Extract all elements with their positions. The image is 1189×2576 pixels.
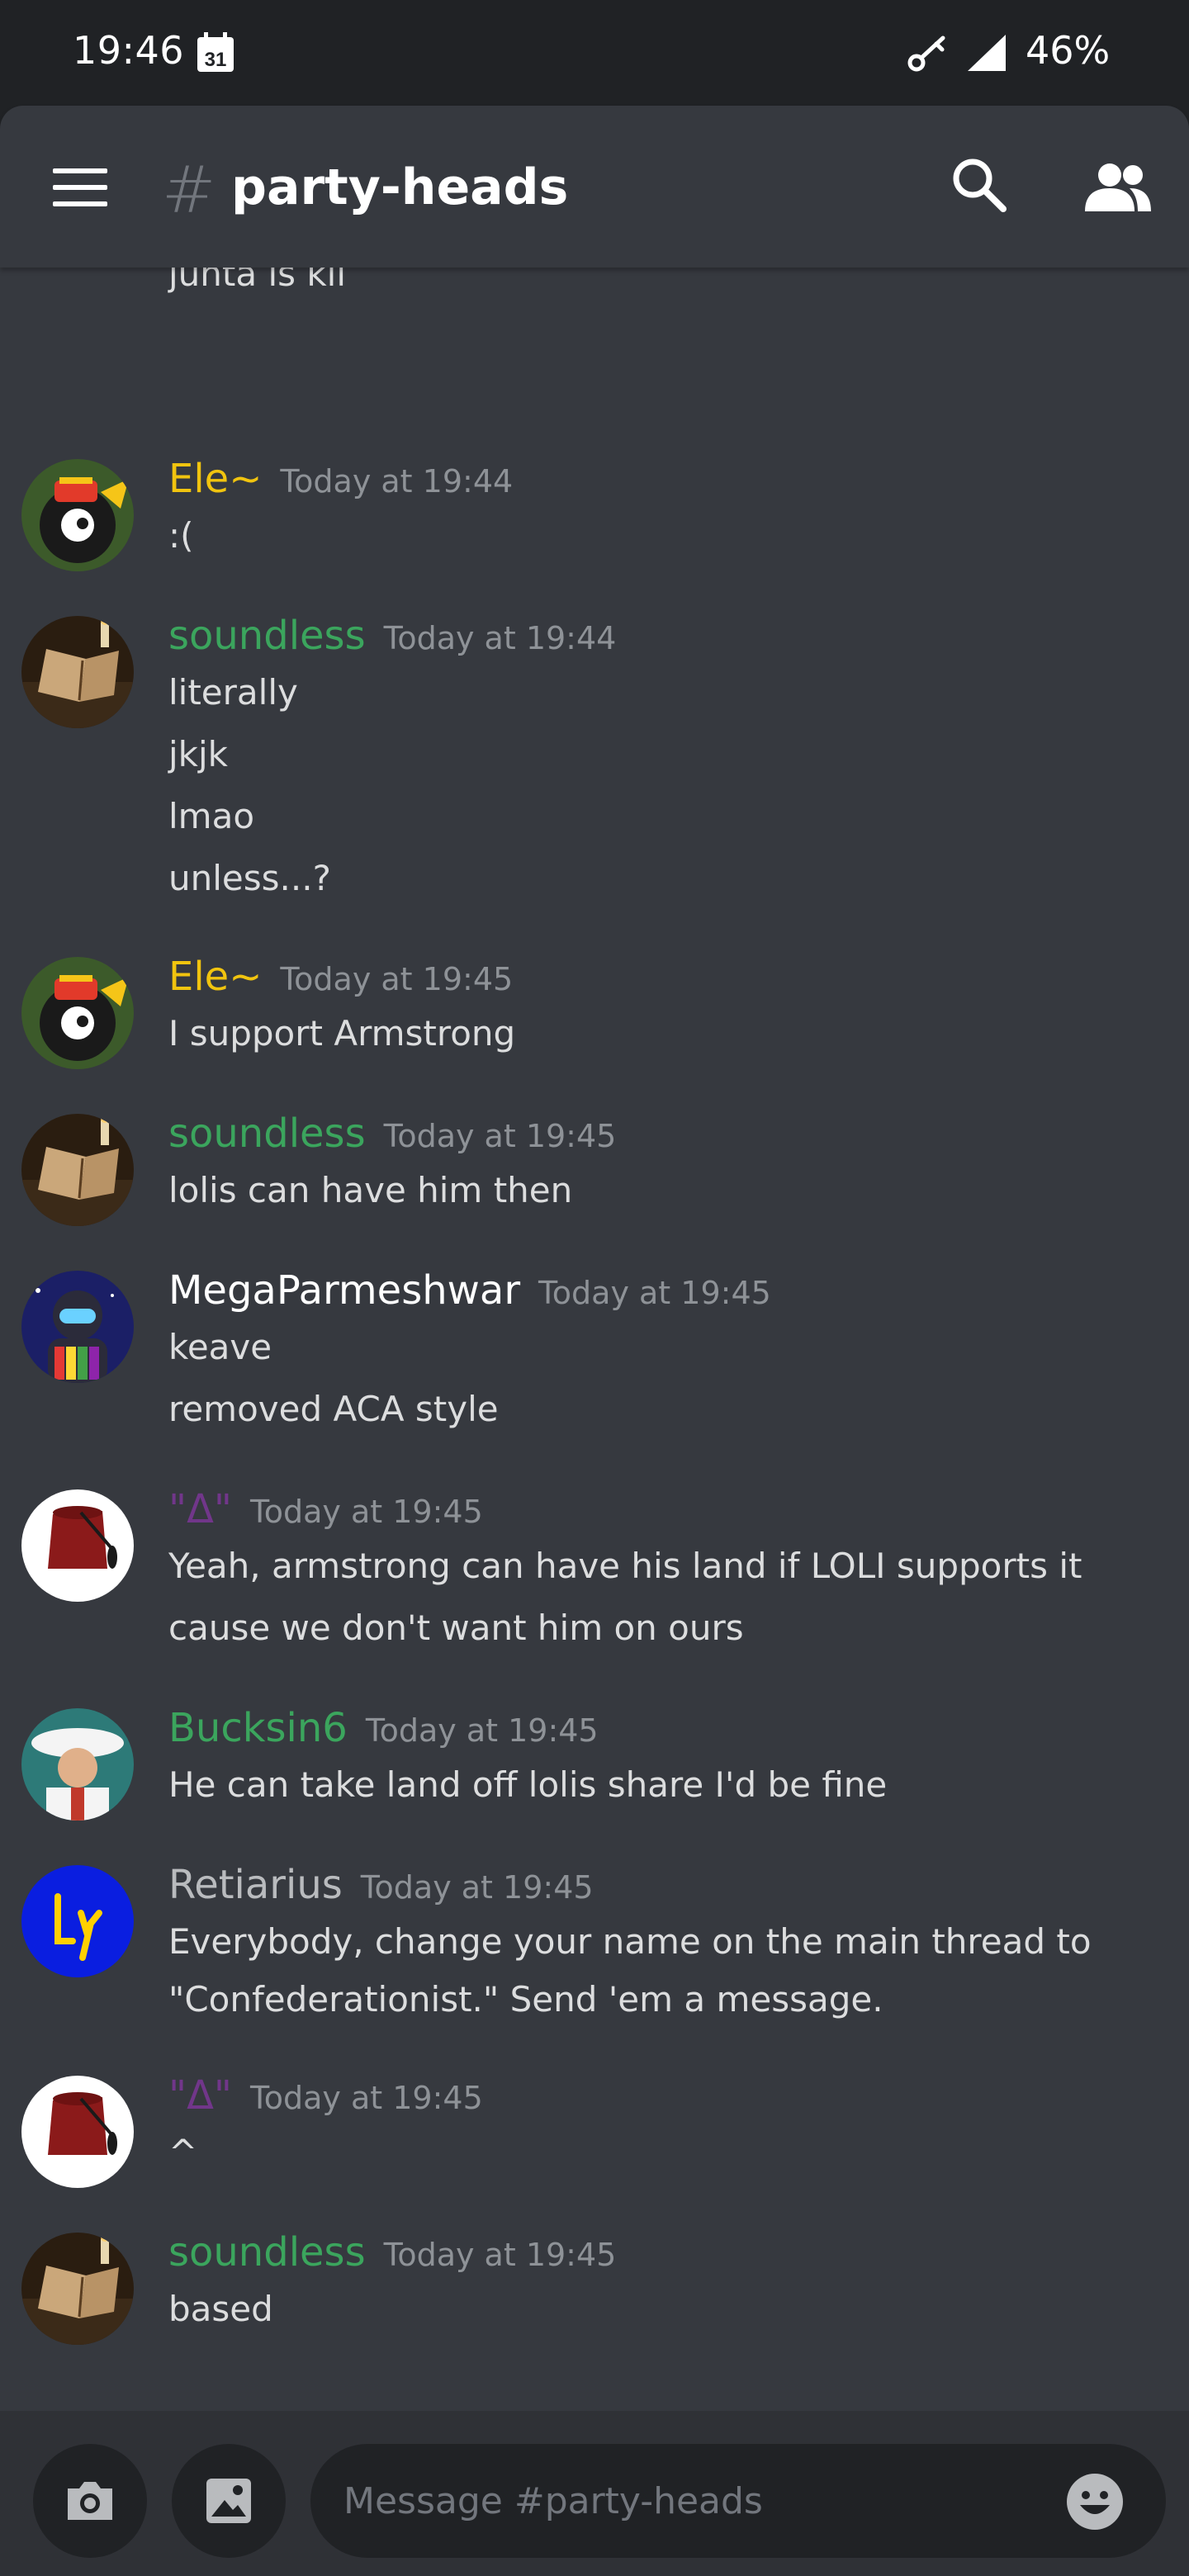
calendar-icon: 31 (197, 32, 234, 72)
avatar[interactable] (21, 957, 134, 1069)
message-header: "Δ" Today at 19:45 (168, 1486, 483, 1536)
message-header: Ele~ Today at 19:44 (168, 456, 513, 505)
message-group[interactable]: "Δ" Today at 19:45 ^ (0, 2072, 1189, 2210)
timestamp: Today at 19:44 (383, 620, 617, 656)
avatar[interactable] (21, 2233, 134, 2345)
username[interactable]: soundless (168, 1110, 366, 1157)
message-text: based (168, 2289, 273, 2329)
username[interactable]: "Δ" (168, 2072, 232, 2119)
status-time: 19:46 (73, 28, 185, 73)
message-group[interactable]: MegaParmeshwar Today at 19:45 keave removed… (0, 1267, 1189, 1467)
timestamp: Today at 19:45 (383, 1118, 617, 1154)
message-text: unless...? (168, 858, 331, 898)
username[interactable]: Ele~ (168, 456, 262, 502)
message-text: cause we don't want him on ours (168, 1608, 744, 1648)
message-input-container (310, 2444, 1166, 2558)
message-text: keave (168, 1327, 272, 1367)
username[interactable]: soundless (168, 613, 366, 659)
avatar[interactable] (21, 1114, 134, 1226)
message-group[interactable]: "Δ" Today at 19:45 Yeah, armstrong can hav… (0, 1486, 1189, 1686)
timestamp: Today at 19:44 (280, 463, 514, 500)
message-text: Everybody, change your name on the main … (168, 1921, 1092, 1962)
timestamp: Today at 19:45 (250, 1494, 483, 1530)
message-text: Yeah, armstrong can have his land if LOL… (168, 1546, 1082, 1586)
signal-icon (968, 35, 1006, 71)
menu-icon[interactable] (53, 167, 107, 208)
members-icon[interactable] (1083, 162, 1153, 213)
avatar[interactable] (21, 2076, 134, 2188)
message-text: literally (168, 672, 298, 713)
camera-button[interactable] (33, 2444, 147, 2558)
timestamp: Today at 19:45 (360, 1869, 594, 1906)
calendar-day: 31 (205, 49, 227, 71)
message-group[interactable]: soundless Today at 19:44 literally jkjk lmao… (0, 613, 1189, 936)
message-header: soundless Today at 19:45 (168, 2229, 616, 2279)
timestamp: Today at 19:45 (250, 2080, 483, 2116)
camera-icon (68, 2482, 112, 2520)
timestamp: Today at 19:45 (383, 2237, 617, 2273)
message-list[interactable]: soundlessToday at 19:44fuck the juntajun… (0, 239, 1189, 2411)
username[interactable]: Bucksin6 (168, 1705, 348, 1751)
message-header: soundless Today at 19:44 (168, 613, 616, 662)
message-group[interactable]: Bucksin6 Today at 19:45 He can take land o… (0, 1705, 1189, 1843)
message-group[interactable]: Ele~ Today at 19:45 I support Armstrong (0, 954, 1189, 1091)
message-input[interactable] (343, 2444, 1029, 2558)
username[interactable]: Retiarius (168, 1862, 343, 1908)
timestamp: Today at 19:45 (365, 1712, 599, 1749)
timestamp: Today at 19:45 (538, 1275, 771, 1311)
avatar[interactable] (21, 1489, 134, 1602)
message-header: soundless Today at 19:45 (168, 1110, 616, 1160)
message-text: lolis can have him then (168, 1170, 573, 1210)
message-group[interactable]: soundless Today at 19:45 lolis can have hi… (0, 1110, 1189, 1248)
message-header: Ele~ Today at 19:45 (168, 954, 513, 1003)
message-group[interactable]: Ele~ Today at 19:44 :( (0, 456, 1189, 594)
image-button[interactable] (172, 2444, 286, 2558)
message-text: jkjk (168, 734, 228, 774)
timestamp: Today at 19:45 (280, 961, 514, 997)
message-header: MegaParmeshwar Today at 19:45 (168, 1267, 771, 1317)
emoji-icon[interactable] (1065, 2472, 1125, 2531)
username[interactable]: Ele~ (168, 954, 262, 1000)
message-header: Retiarius Today at 19:45 (168, 1862, 594, 1911)
channel-header: # party-heads (0, 106, 1189, 268)
message-text: lmao (168, 796, 255, 836)
message-header: "Δ" Today at 19:45 (168, 2072, 483, 2122)
avatar[interactable] (21, 1865, 134, 1977)
avatar[interactable] (21, 1708, 134, 1821)
message-text: :( (168, 515, 194, 556)
hash-icon: # (162, 154, 216, 228)
avatar[interactable] (21, 616, 134, 728)
image-icon (206, 2479, 251, 2523)
battery-level: 46% (1026, 28, 1111, 73)
message-text: I support Armstrong (168, 1013, 516, 1054)
channel-title: party-heads (231, 159, 569, 216)
message-header: Bucksin6 Today at 19:45 (168, 1705, 599, 1754)
message-group[interactable]: Retiarius Today at 19:45 Everybody, change… (0, 1862, 1189, 2053)
username[interactable]: MegaParmeshwar (168, 1267, 520, 1314)
message-text: ^ (168, 2132, 198, 2172)
username[interactable]: "Δ" (168, 1486, 232, 1532)
avatar[interactable] (21, 459, 134, 571)
key-icon (907, 36, 945, 72)
username[interactable]: soundless (168, 2229, 366, 2275)
message-composer (0, 2411, 1189, 2576)
message-group[interactable]: soundless Today at 19:45 based (0, 2229, 1189, 2367)
avatar[interactable] (21, 1271, 134, 1383)
message-text: He can take land off lolis share I'd be … (168, 1764, 888, 1805)
status-bar: 19:46 31 46% (0, 0, 1189, 106)
message-text: "Confederationist." Send 'em a message. (168, 1979, 883, 2020)
search-icon[interactable] (951, 157, 1007, 213)
message-text: removed ACA style (168, 1389, 499, 1429)
